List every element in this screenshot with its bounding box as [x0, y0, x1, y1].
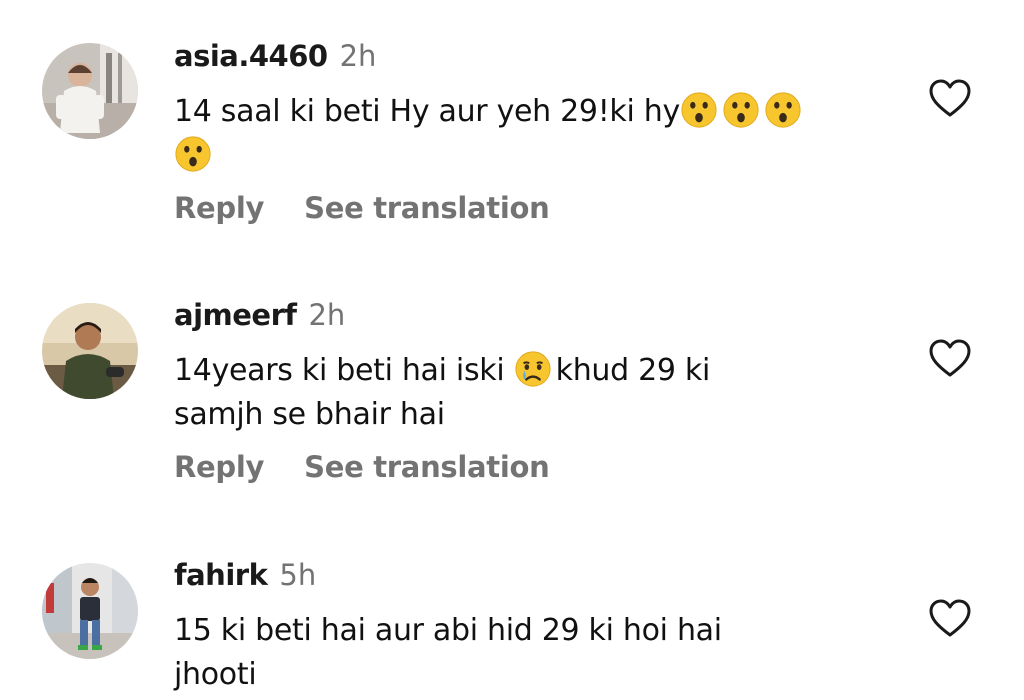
astonished-face-icon — [765, 92, 801, 128]
astonished-face-icon — [175, 136, 211, 172]
astonished-face-icon — [723, 92, 759, 128]
heart-outline-icon — [929, 339, 971, 377]
comment-text-part: 14years ki beti hai iski — [174, 353, 514, 388]
comment-username[interactable]: ajmeerf — [174, 298, 297, 332]
comment-text-line: jhooti — [174, 657, 257, 692]
comment-timestamp: 2h — [339, 39, 377, 73]
see-translation-button[interactable]: See translation — [304, 450, 550, 484]
see-translation-button[interactable]: See translation — [304, 191, 550, 225]
reply-button[interactable]: Reply — [174, 450, 264, 484]
crying-face-icon — [515, 351, 551, 387]
astonished-face-icon — [681, 92, 717, 128]
heart-outline-icon — [929, 79, 971, 117]
reply-button[interactable]: Reply — [174, 191, 264, 225]
comment-timestamp: 5h — [279, 558, 317, 592]
comment-text: 14 saal ki beti Hy aur yeh 29!ki hy — [174, 90, 894, 178]
comment-timestamp: 2h — [308, 298, 346, 332]
comment-username[interactable]: asia.4460 — [174, 39, 328, 73]
comment-list: asia.4460 2h 14 saal ki beti Hy aur yeh 2… — [0, 0, 1024, 700]
comment-username[interactable]: fahirk — [174, 558, 268, 592]
like-button[interactable] — [928, 598, 972, 638]
comment-text: 15 ki beti hai aur abi hid 29 ki hoi hai… — [174, 609, 894, 697]
like-button[interactable] — [928, 78, 972, 118]
avatar[interactable] — [42, 43, 138, 139]
comment-text: 14years ki beti hai iski khud 29 ki samjh… — [174, 349, 894, 437]
comment-text-line: samjh se bhair hai — [174, 397, 445, 432]
comment-text-part: 15 ki beti hai aur abi hid 29 ki hoi hai — [174, 613, 722, 648]
heart-outline-icon — [929, 599, 971, 637]
comment-text-part: 14 saal ki beti Hy aur yeh 29!ki hy — [174, 94, 680, 129]
comment-text-part: khud 29 ki — [555, 353, 711, 388]
like-button[interactable] — [928, 338, 972, 378]
avatar[interactable] — [42, 563, 138, 659]
avatar[interactable] — [42, 303, 138, 399]
